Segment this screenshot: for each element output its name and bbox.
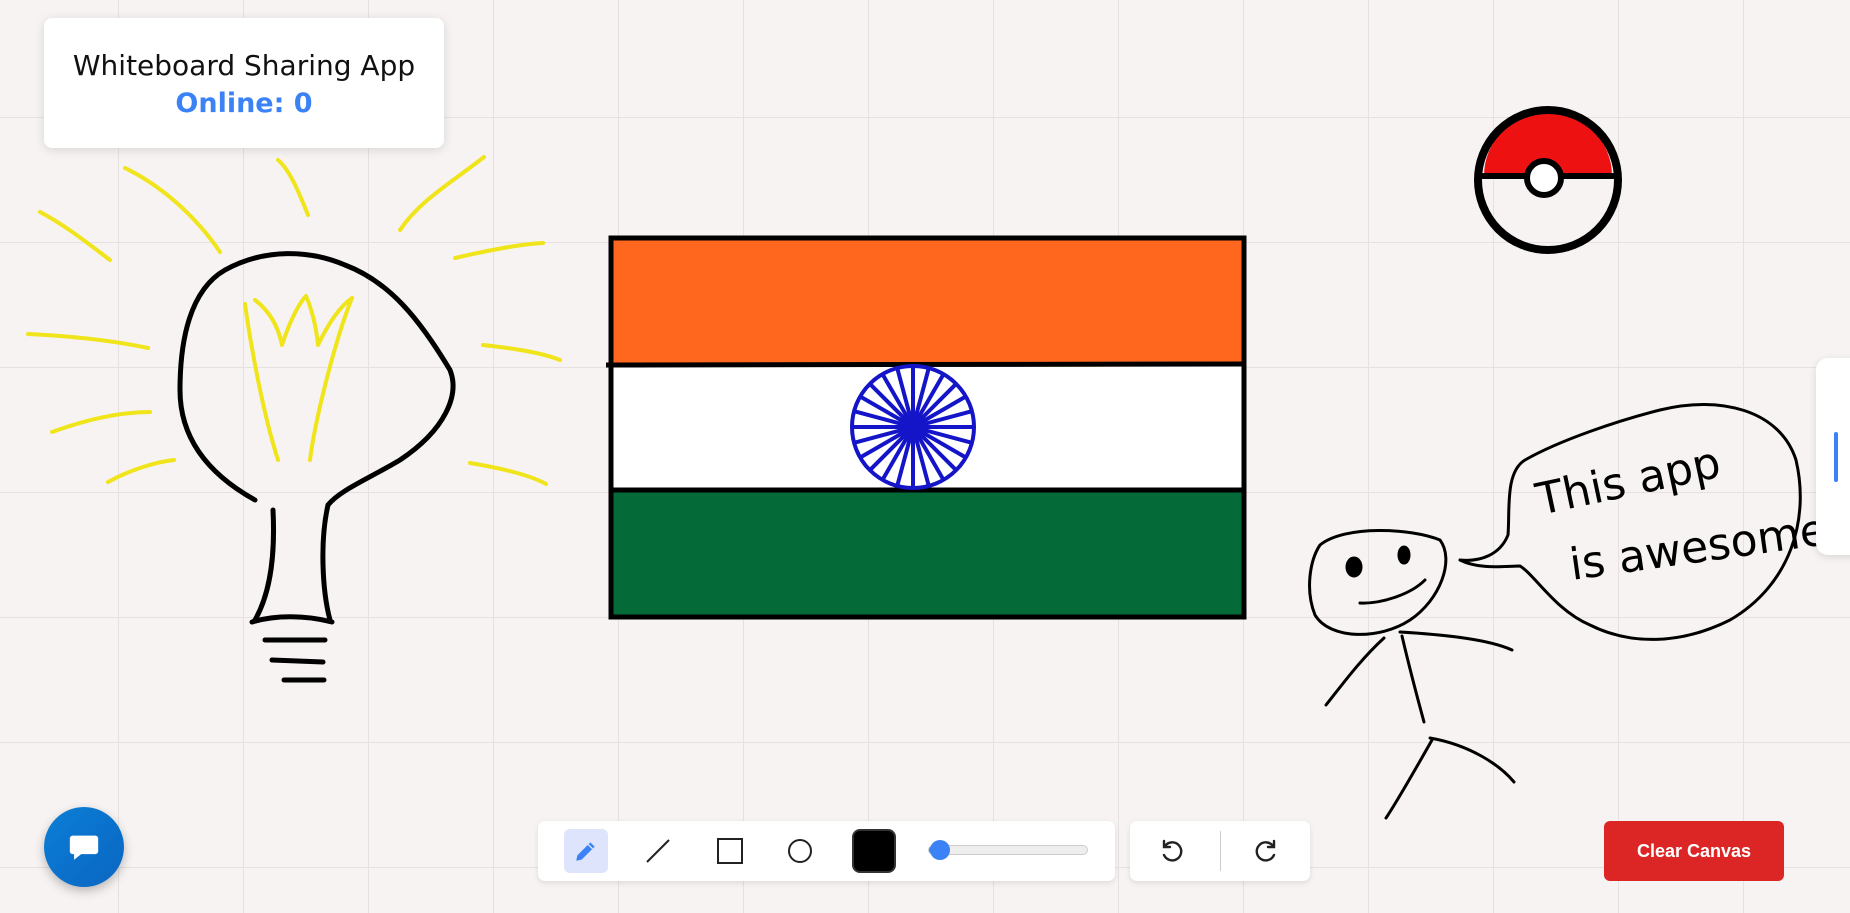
chat-button[interactable] (44, 807, 124, 887)
rectangle-tool-button[interactable] (708, 829, 752, 873)
color-picker[interactable] (852, 829, 896, 873)
chat-icon (69, 835, 99, 860)
app-info-card: Whiteboard Sharing App Online: 0 (44, 18, 444, 148)
pencil-tool-button[interactable] (564, 829, 608, 873)
speech-line-2: is awesome (1566, 504, 1830, 591)
stick-figure-drawing (1308, 529, 1516, 820)
ashoka-chakra (850, 364, 976, 490)
undo-icon (1162, 839, 1183, 862)
circle-icon (788, 839, 812, 863)
flag-green-band (612, 490, 1242, 615)
brush-size-slider[interactable] (928, 840, 1088, 860)
side-panel-handle[interactable] (1816, 358, 1850, 555)
line-icon (646, 839, 670, 863)
redo-button[interactable] (1244, 829, 1288, 873)
history-toolbar (1130, 821, 1310, 881)
redo-icon (1255, 839, 1276, 862)
speech-bubble-text: This app is awesome (1531, 437, 1830, 591)
bulb-outline (177, 251, 456, 683)
side-panel-indicator (1834, 432, 1838, 482)
pencil-icon (576, 842, 595, 861)
light-bulb-drawing (26, 155, 562, 683)
speech-bubble-drawing: This app is awesome (1458, 403, 1830, 641)
toolbar-divider (1220, 831, 1221, 871)
indian-flag-drawing (605, 235, 1247, 620)
pokeball-drawing (1474, 106, 1622, 254)
bulb-rays (26, 155, 562, 486)
rectangle-icon (717, 838, 743, 864)
flag-saffron-band (612, 240, 1242, 365)
online-count: Online: 0 (175, 88, 313, 119)
speech-line-1: This app (1531, 437, 1725, 526)
brush-size-thumb[interactable] (930, 840, 951, 860)
undo-button[interactable] (1150, 829, 1194, 873)
app-title: Whiteboard Sharing App (72, 49, 416, 82)
clear-canvas-button[interactable]: Clear Canvas (1604, 821, 1784, 881)
circle-tool-button[interactable] (778, 829, 822, 873)
line-tool-button[interactable] (636, 829, 680, 873)
drawing-toolbar (538, 821, 1115, 881)
